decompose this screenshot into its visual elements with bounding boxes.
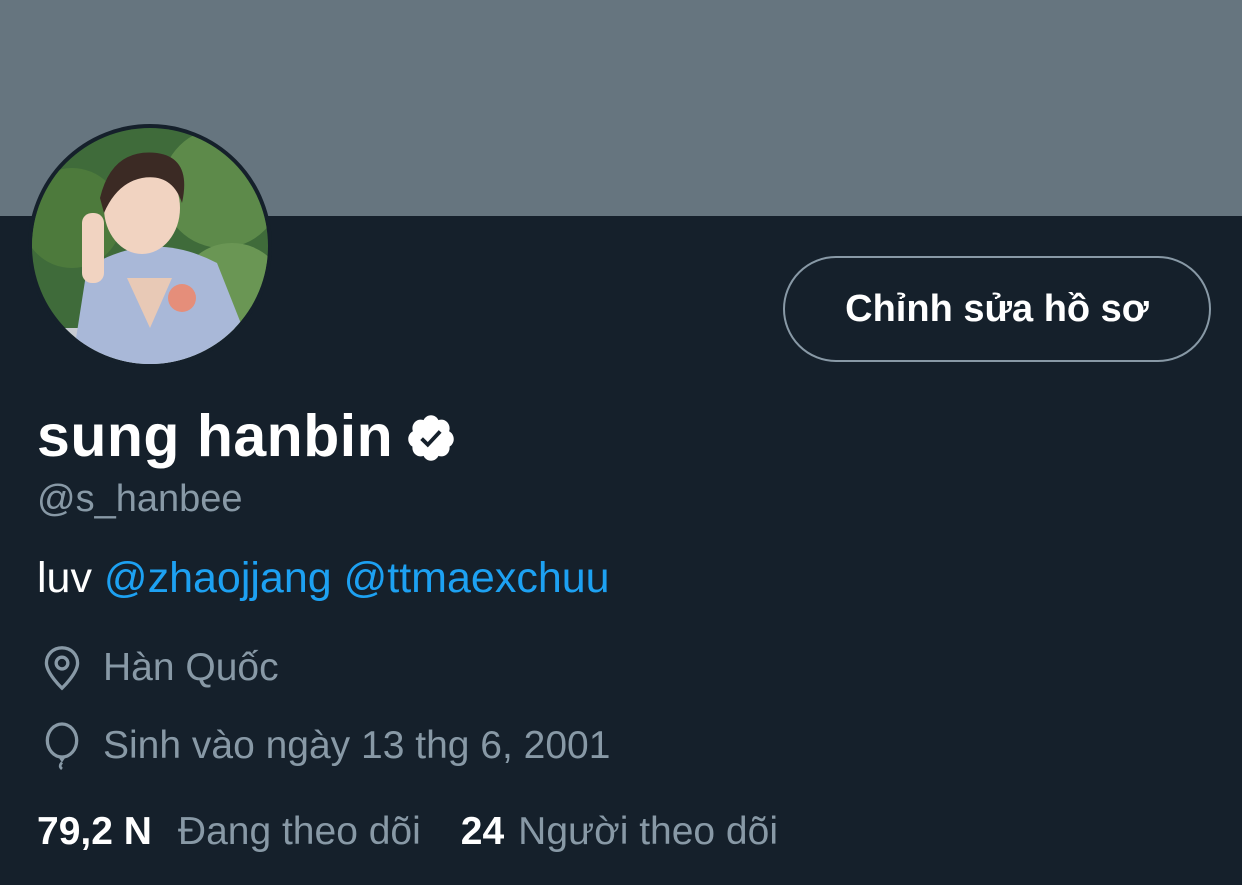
bio-text: luv	[37, 554, 104, 602]
location-pin-icon	[44, 646, 80, 691]
birthday-text: Sinh vào ngày 13 thg 6, 2001	[103, 724, 611, 767]
profile-bio: luv @zhaojjang @ttmaexchuu	[37, 554, 610, 603]
profile-location: Hàn Quốc	[40, 644, 279, 692]
following-count[interactable]: 79,2 N	[37, 810, 152, 854]
followers-count[interactable]: 24	[461, 810, 504, 854]
verified-badge-icon	[408, 415, 454, 461]
avatar-photo	[32, 128, 268, 364]
profile-stats: 79,2 N Đang theo dõi 24 Người theo dõi	[37, 810, 778, 854]
balloon-icon	[45, 722, 79, 770]
bio-mention-link[interactable]: @zhaojjang	[104, 554, 332, 602]
profile-name-row: sung hanbin	[37, 402, 457, 470]
profile-birthday: Sinh vào ngày 13 thg 6, 2001	[40, 722, 610, 770]
avatar[interactable]	[28, 124, 272, 368]
following-label[interactable]: Đang theo dõi	[178, 810, 421, 854]
profile-handle: @s_hanbee	[37, 478, 243, 520]
bio-mention-link[interactable]: @ttmaexchuu	[344, 554, 610, 602]
location-text: Hàn Quốc	[103, 646, 279, 689]
followers-label[interactable]: Người theo dõi	[518, 810, 778, 854]
edit-profile-button[interactable]: Chỉnh sửa hồ sơ	[783, 256, 1211, 362]
display-name: sung hanbin	[37, 403, 394, 469]
